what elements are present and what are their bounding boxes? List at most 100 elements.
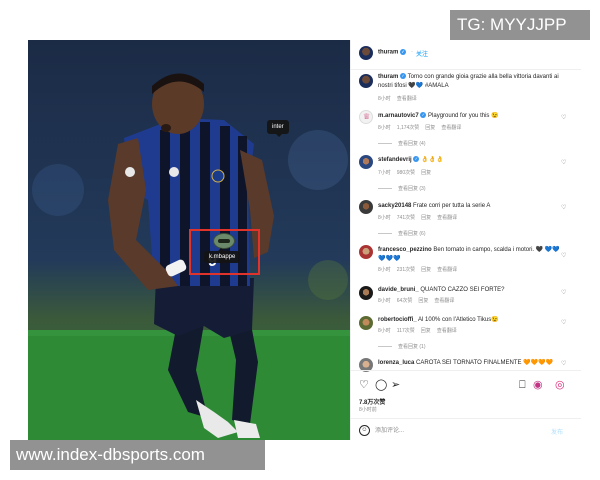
view-replies[interactable]: 查看回复 (3) [378, 185, 426, 192]
comment-body: CAROTA SEI TORNATO FINALMENTE 🧡🧡🧡🧡 [416, 360, 554, 366]
heart-icon[interactable]: ♡ [359, 379, 369, 391]
comment-body: Frate corri per tutta la serie A [413, 203, 491, 209]
avatar[interactable] [359, 110, 373, 124]
comment-likes[interactable]: 117次赞 [397, 328, 415, 334]
translate-link[interactable]: 查看翻译 [397, 96, 417, 102]
comment-meta: 8小时 64次赞 回复 查看翻译 [378, 297, 460, 304]
comment-likes[interactable]: 980次赞 [397, 170, 415, 176]
comment-text: sacky20148 Frate corri per tutta la seri… [378, 202, 563, 211]
save-icon[interactable]: ◉ [533, 379, 543, 391]
post-date: 8小时前 [359, 407, 377, 413]
caption-text: thuram ✓ Torno con grande gioia grazie a… [378, 73, 563, 91]
comment-time: 7小时 [378, 170, 391, 176]
comment-text: m.arnautovic7 ✓ Playground for you this … [378, 112, 563, 121]
heart-icon[interactable]: ♡ [561, 319, 566, 326]
share-story-icon[interactable]: ◎ [555, 379, 565, 391]
user-tag-mbappe[interactable]: k.mbappe [204, 248, 241, 263]
reply-link[interactable]: 回复 [421, 267, 431, 273]
comment-body: Playground for you this 😉 [428, 113, 499, 119]
heart-icon[interactable]: ♡ [561, 360, 566, 367]
emoji-icon[interactable]: ☺ [359, 425, 370, 436]
verified-icon: ✓ [420, 112, 427, 119]
comment-body: QUANTO CAZZO SEI FORTE? [420, 287, 505, 293]
translate-link[interactable]: 查看翻译 [434, 298, 454, 304]
caption-body: Torno con grande gioia grazie alla bella… [378, 74, 559, 89]
reply-link[interactable]: 回复 [421, 170, 431, 176]
comment-text: davide_bruni_ QUANTO CAZZO SEI FORTE? [378, 286, 563, 295]
telegram-watermark: TG: MYYJJPP [450, 10, 590, 40]
comment-likes[interactable]: 231次赞 [397, 267, 415, 273]
comment-username[interactable]: lorenza_luca [378, 360, 414, 366]
comment-time: 8小时 [378, 328, 391, 334]
action-bar: ♡ ◯ ➢ ⎕ ◉ ◎ [359, 379, 573, 391]
likes-count[interactable]: 7.8万次赞 [359, 397, 385, 406]
comment-time: 8小时 [378, 267, 391, 273]
comment-username[interactable]: robertocioffi_ [378, 317, 417, 323]
comment-text: robertocioffi_ Al 100% con l'Atletico Ti… [378, 316, 563, 325]
post-author-username[interactable]: thuram ✓ [378, 49, 407, 56]
comment-username[interactable]: m.arnautovic7 [378, 113, 419, 119]
translate-link[interactable]: 查看翻译 [441, 125, 461, 131]
avatar[interactable] [359, 155, 373, 169]
comment-text: lorenza_luca CAROTA SEI TORNATO FINALMEN… [378, 359, 563, 368]
heart-icon[interactable]: ♡ [561, 204, 566, 211]
reply-link[interactable]: 回复 [418, 298, 428, 304]
share-icon[interactable]: ➢ [391, 379, 400, 391]
comment-username[interactable]: sacky20148 [378, 203, 411, 209]
comment-text: francesco_pezzino Ben tornato in campo, … [378, 246, 563, 264]
divider [351, 370, 581, 371]
post-button[interactable]: 发布 [551, 427, 563, 436]
avatar[interactable] [359, 74, 373, 88]
translate-link[interactable]: 查看翻译 [437, 215, 457, 221]
verified-icon: ✓ [413, 156, 420, 163]
avatar[interactable] [359, 245, 373, 259]
verified-icon: ✓ [400, 73, 407, 80]
comment-username[interactable]: francesco_pezzino [378, 247, 432, 253]
reply-link[interactable]: 回复 [421, 328, 431, 334]
comment-icon[interactable]: ◯ [375, 379, 387, 391]
heart-icon[interactable]: ♡ [561, 159, 566, 166]
comment-username[interactable]: stefandevrij [378, 157, 412, 163]
follow-button[interactable]: 关注 [416, 49, 428, 58]
comment-likes[interactable]: 64次赞 [397, 298, 413, 304]
mbappe-avatar [213, 233, 235, 249]
view-replies[interactable]: 查看回复 (4) [378, 140, 426, 147]
reply-link[interactable]: 回复 [425, 125, 435, 131]
separator-dot: · [411, 49, 413, 55]
heart-icon[interactable]: ♡ [561, 114, 566, 121]
caption-meta: 8小时 查看翻译 [378, 95, 423, 102]
caption-username[interactable]: thuram [378, 74, 398, 80]
comment-likes[interactable]: 1,174次赞 [397, 125, 420, 131]
comment-body: 👌👌👌 [421, 157, 444, 163]
comment-body: Al 100% con l'Atletico Tikus😉 [418, 317, 499, 323]
comment-text: stefandevrij ✓ 👌👌👌 [378, 156, 563, 165]
comment-time: 8小时 [378, 125, 391, 131]
comment-username[interactable]: davide_bruni_ [378, 287, 419, 293]
view-replies[interactable]: 查看回复 (6) [378, 230, 426, 237]
avatar[interactable] [359, 46, 373, 60]
comment-input[interactable] [375, 426, 535, 436]
heart-icon[interactable]: ♡ [561, 289, 566, 296]
translate-link[interactable]: 查看翻译 [437, 267, 457, 273]
username-label: thuram [378, 49, 399, 56]
avatar[interactable] [359, 316, 373, 330]
translate-link[interactable]: 查看翻译 [437, 328, 457, 334]
comment-meta: 7小时 980次赞 回复 [378, 169, 437, 176]
post-media[interactable]: 9 inter k.mbappe › ● [28, 40, 350, 440]
comment-likes[interactable]: 741次赞 [397, 215, 415, 221]
comment-meta: 8小时 741次赞 回复 查看翻译 [378, 214, 463, 221]
bookmark-icon[interactable]: ⎕ [519, 379, 526, 391]
reply-link[interactable]: 回复 [421, 215, 431, 221]
heart-icon[interactable]: ♡ [561, 252, 566, 259]
caption-time: 8小时 [378, 96, 391, 102]
avatar[interactable] [359, 200, 373, 214]
site-watermark: www.index-dbsports.com [10, 440, 265, 470]
post-side-panel: thuram ✓ · 关注 thuram ✓ Torno con grande … [350, 40, 581, 440]
verified-icon: ✓ [400, 49, 407, 55]
view-replies[interactable]: 查看回复 (1) [378, 343, 426, 350]
avatar[interactable] [359, 286, 373, 300]
divider [351, 418, 581, 419]
comment-time: 8小时 [378, 298, 391, 304]
divider [351, 69, 581, 70]
user-tag-inter[interactable]: inter [267, 120, 289, 137]
